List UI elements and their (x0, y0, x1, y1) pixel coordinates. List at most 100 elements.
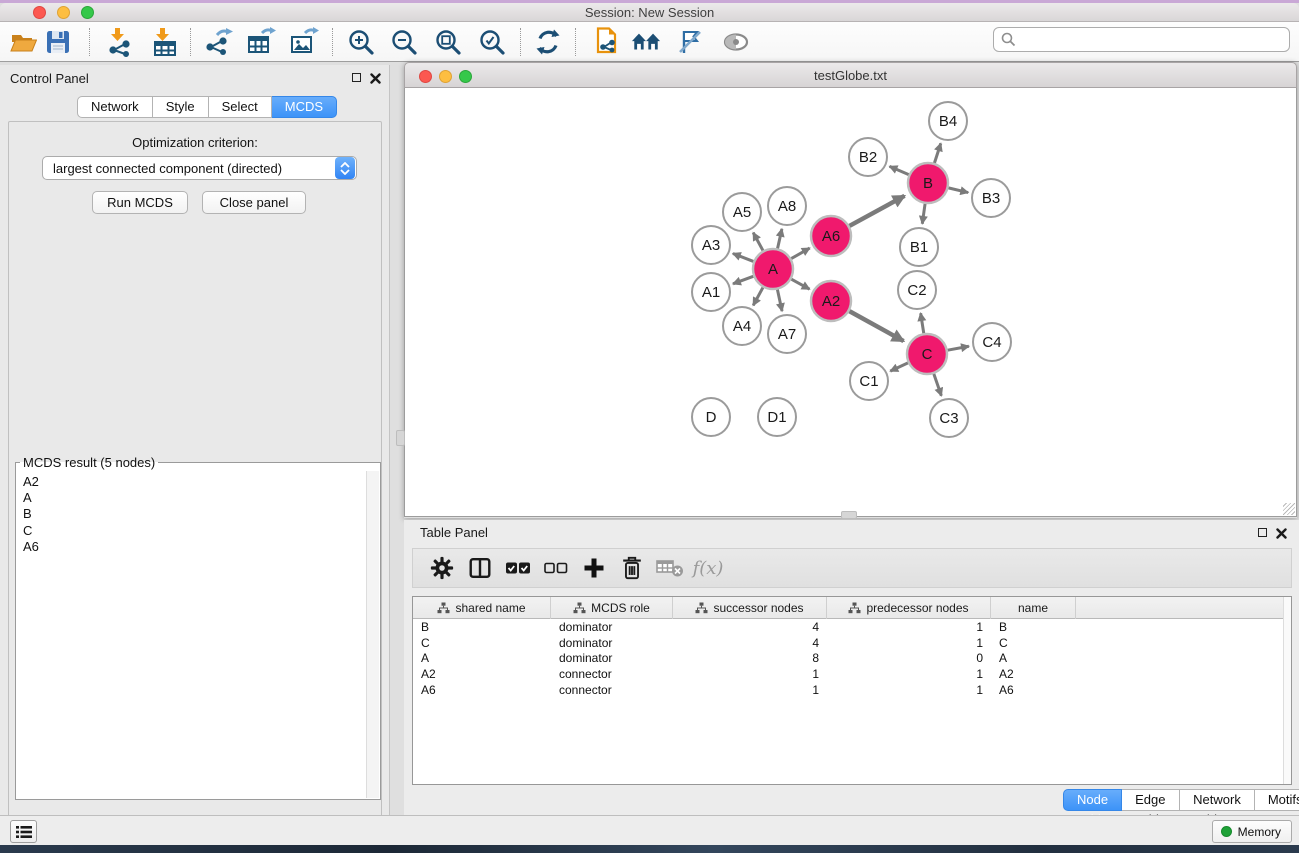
clone-network-icon[interactable] (592, 27, 622, 57)
table-cell[interactable]: A2 (413, 667, 551, 681)
graph-edge-C-C1[interactable] (890, 363, 908, 371)
graph-node-D[interactable]: D (692, 398, 730, 436)
column-header[interactable]: successor nodes (673, 597, 827, 619)
mcds-result-item[interactable]: A2 (23, 474, 364, 490)
table-cell[interactable]: A2 (991, 667, 1076, 681)
graph-edge-A6-B[interactable] (849, 196, 904, 226)
zoom-in-icon[interactable] (346, 27, 376, 57)
table-cell[interactable]: 1 (827, 636, 991, 650)
table-cell[interactable]: 8 (673, 651, 827, 665)
graph-edge-A-A5[interactable] (753, 233, 763, 251)
table-cell[interactable]: A6 (413, 683, 551, 697)
table-cell[interactable]: C (413, 636, 551, 650)
close-panel-icon[interactable] (370, 73, 381, 84)
add-column-icon[interactable] (575, 556, 613, 580)
graph-node-B1[interactable]: B1 (900, 228, 938, 266)
table-cell[interactable]: A (991, 651, 1076, 665)
graph-node-D1[interactable]: D1 (758, 398, 796, 436)
graph-edge-A-A1[interactable] (733, 276, 753, 284)
float-panel-icon[interactable] (352, 73, 361, 82)
table-cell[interactable]: 4 (673, 636, 827, 650)
graph-node-A1[interactable]: A1 (692, 273, 730, 311)
horizontal-splitter-handle[interactable] (841, 511, 857, 519)
select-all-icon[interactable] (499, 561, 537, 575)
graph-edge-A-A7[interactable] (777, 290, 782, 311)
graph-node-B2[interactable]: B2 (849, 138, 887, 176)
graph-edge-A-A6[interactable] (791, 248, 809, 258)
graph-edge-C-C2[interactable] (921, 313, 924, 333)
table-cell[interactable]: connector (551, 683, 673, 697)
vertical-splitter-handle[interactable] (396, 430, 405, 446)
graph-edge-A-A4[interactable] (753, 287, 763, 305)
graph-node-A[interactable]: A (753, 249, 793, 289)
graph-edge-C-C3[interactable] (934, 374, 942, 396)
mcds-result-item[interactable]: A (23, 490, 364, 506)
mcds-result-item[interactable]: C (23, 523, 364, 539)
zoom-fit-icon[interactable] (433, 27, 463, 57)
graph-node-B[interactable]: B (908, 163, 948, 203)
graph-edge-A-A8[interactable] (778, 229, 782, 249)
table-cell[interactable]: A (413, 651, 551, 665)
graph-edge-B-B2[interactable] (890, 166, 909, 174)
tab-motifs[interactable]: Motifs (1255, 789, 1299, 811)
delete-table-icon[interactable] (651, 558, 689, 578)
export-table-icon[interactable] (246, 27, 276, 57)
graph-edge-A-A2[interactable] (791, 279, 809, 289)
graph-node-A3[interactable]: A3 (692, 226, 730, 264)
graph-edge-B-B3[interactable] (948, 188, 968, 193)
table-row[interactable]: Bdominator41B (413, 619, 1291, 635)
close-table-panel-icon[interactable] (1276, 528, 1287, 539)
table-cell[interactable]: connector (551, 667, 673, 681)
table-row[interactable]: Adominator80A (413, 651, 1291, 667)
optimization-criterion-dropdown[interactable]: largest connected component (directed) (42, 156, 357, 180)
mcds-result-item[interactable]: A6 (23, 539, 364, 555)
table-cell[interactable]: dominator (551, 651, 673, 665)
memory-button[interactable]: Memory (1212, 820, 1292, 843)
import-network-icon[interactable] (105, 27, 135, 57)
graph-node-A5[interactable]: A5 (723, 193, 761, 231)
table-cell[interactable]: 1 (673, 683, 827, 697)
save-session-icon[interactable] (43, 27, 73, 57)
import-table-icon[interactable] (150, 27, 180, 57)
export-image-icon[interactable] (289, 27, 319, 57)
graph-node-B4[interactable]: B4 (929, 102, 967, 140)
tab-network-table[interactable]: Network Table (1180, 789, 1255, 811)
home-neighbors-icon[interactable] (631, 27, 661, 57)
graph-edge-A-A3[interactable] (733, 253, 754, 261)
graph-node-C1[interactable]: C1 (850, 362, 888, 400)
apply-layout-icon[interactable] (533, 27, 563, 57)
table-cell[interactable]: 1 (827, 620, 991, 634)
task-history-button[interactable] (10, 820, 37, 843)
table-cell[interactable]: B (413, 620, 551, 634)
float-table-panel-icon[interactable] (1258, 528, 1267, 537)
tab-node-table[interactable]: Node Table (1063, 789, 1122, 811)
zoom-selected-icon[interactable] (477, 27, 507, 57)
graph-node-C[interactable]: C (907, 334, 947, 374)
table-cell[interactable]: B (991, 620, 1076, 634)
table-row[interactable]: Cdominator41C (413, 635, 1291, 651)
tab-network[interactable]: Network (77, 96, 153, 118)
tab-style[interactable]: Style (153, 96, 209, 118)
tab-select[interactable]: Select (209, 96, 272, 118)
table-cell[interactable]: dominator (551, 636, 673, 650)
graph-node-A8[interactable]: A8 (768, 187, 806, 225)
table-settings-gear-icon[interactable] (423, 555, 461, 581)
close-panel-button[interactable]: Close panel (202, 191, 306, 214)
table-cell[interactable]: 4 (673, 620, 827, 634)
table-cell[interactable]: dominator (551, 620, 673, 634)
window-resize-grip[interactable] (1283, 503, 1295, 515)
graph-edge-C-C4[interactable] (948, 346, 969, 350)
deselect-all-icon[interactable] (537, 562, 575, 574)
table-cell[interactable]: 1 (827, 683, 991, 697)
graph-edge-A2-C[interactable] (849, 311, 903, 341)
column-header[interactable]: name (991, 597, 1076, 619)
column-header[interactable]: shared name (413, 597, 551, 619)
search-input[interactable] (1016, 33, 1266, 47)
annotations-flag-icon[interactable] (675, 27, 705, 57)
eye-icon[interactable] (721, 27, 751, 57)
delete-column-trash-icon[interactable] (613, 555, 651, 581)
function-builder-icon[interactable]: f(x) (689, 558, 727, 579)
zoom-out-icon[interactable] (389, 27, 419, 57)
network-graph[interactable]: ABCA2A6A1A3A4A5A7A8B1B2B3B4C1C2C3C4DD1 (405, 88, 1296, 516)
graph-edge-B-B1[interactable] (922, 204, 925, 224)
